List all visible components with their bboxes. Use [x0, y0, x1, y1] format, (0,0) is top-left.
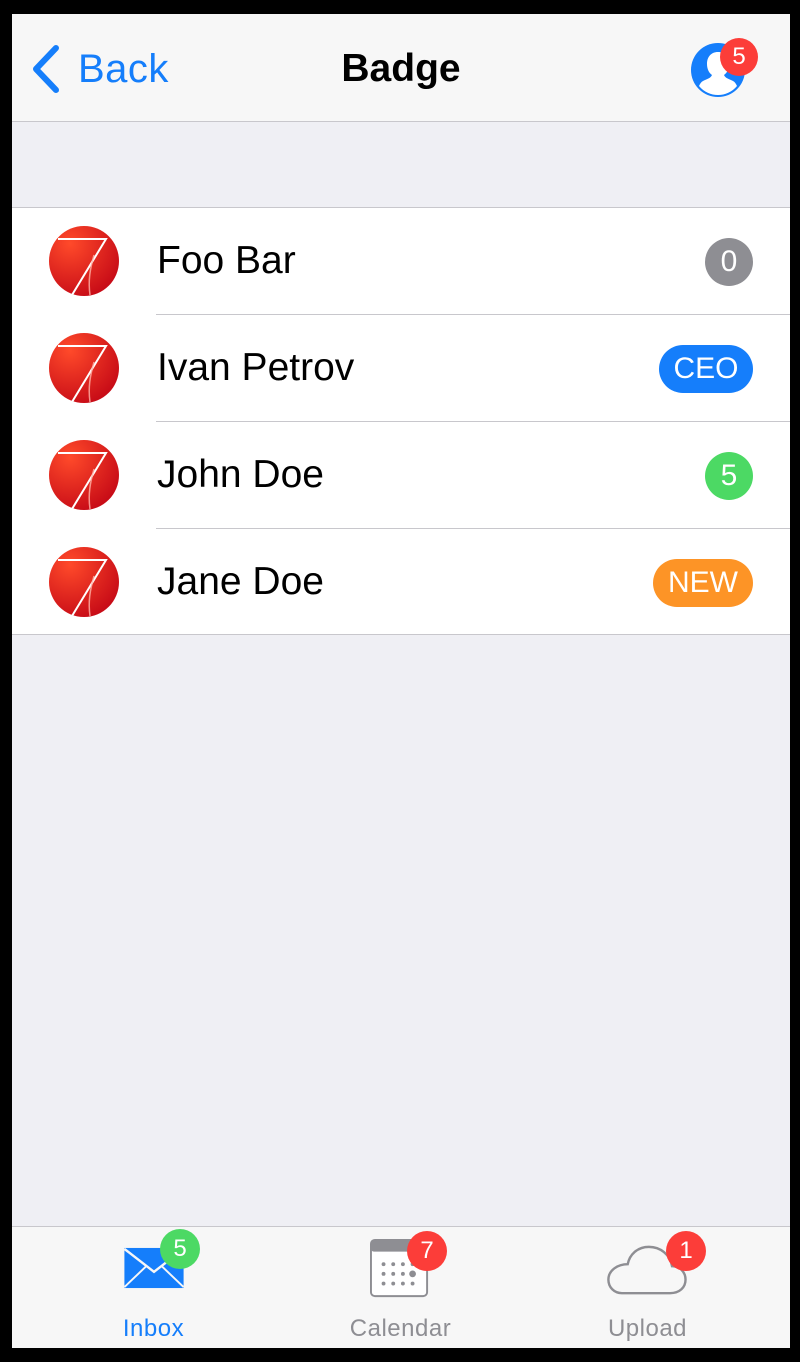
- navigation-bar: Back Badge 5: [12, 14, 790, 122]
- app-screen: Back Badge 5 Foo Bar 0 Ivan Petrov CEO J…: [12, 14, 790, 1348]
- list-item[interactable]: Jane Doe NEW: [12, 529, 790, 636]
- contact-name: John Doe: [157, 453, 324, 496]
- profile-badge: 5: [720, 38, 758, 76]
- tab-label: Inbox: [122, 1315, 185, 1342]
- tab-upload[interactable]: 1 Upload: [518, 1227, 777, 1348]
- tab-bar: 5 Inbox 7 Calendar 1 Upload: [12, 1226, 790, 1348]
- contact-list: Foo Bar 0 Ivan Petrov CEO John Doe 5 Jan…: [12, 207, 790, 635]
- tab-badge: 7: [407, 1231, 447, 1271]
- tab-badge: 1: [666, 1231, 706, 1271]
- contact-name: Ivan Petrov: [157, 346, 355, 389]
- tab-badge: 5: [160, 1229, 200, 1269]
- page-title: Badge: [341, 47, 461, 90]
- app-logo-icon: [48, 332, 120, 404]
- app-logo-icon: [48, 546, 120, 618]
- status-badge: 5: [705, 452, 753, 500]
- contact-name: Jane Doe: [157, 560, 324, 603]
- tab-inbox[interactable]: 5 Inbox: [24, 1227, 283, 1348]
- list-item[interactable]: Ivan Petrov CEO: [12, 315, 790, 422]
- tab-label: Upload: [607, 1315, 688, 1342]
- list-item[interactable]: John Doe 5: [12, 422, 790, 529]
- status-badge: NEW: [653, 559, 753, 607]
- list-item[interactable]: Foo Bar 0: [12, 208, 790, 315]
- tab-label: Calendar: [349, 1315, 452, 1342]
- status-badge: CEO: [659, 345, 753, 393]
- tab-calendar[interactable]: 7 Calendar: [271, 1227, 530, 1348]
- status-badge: 0: [705, 238, 753, 286]
- app-logo-icon: [48, 225, 120, 297]
- contact-name: Foo Bar: [157, 239, 296, 282]
- app-logo-icon: [48, 439, 120, 511]
